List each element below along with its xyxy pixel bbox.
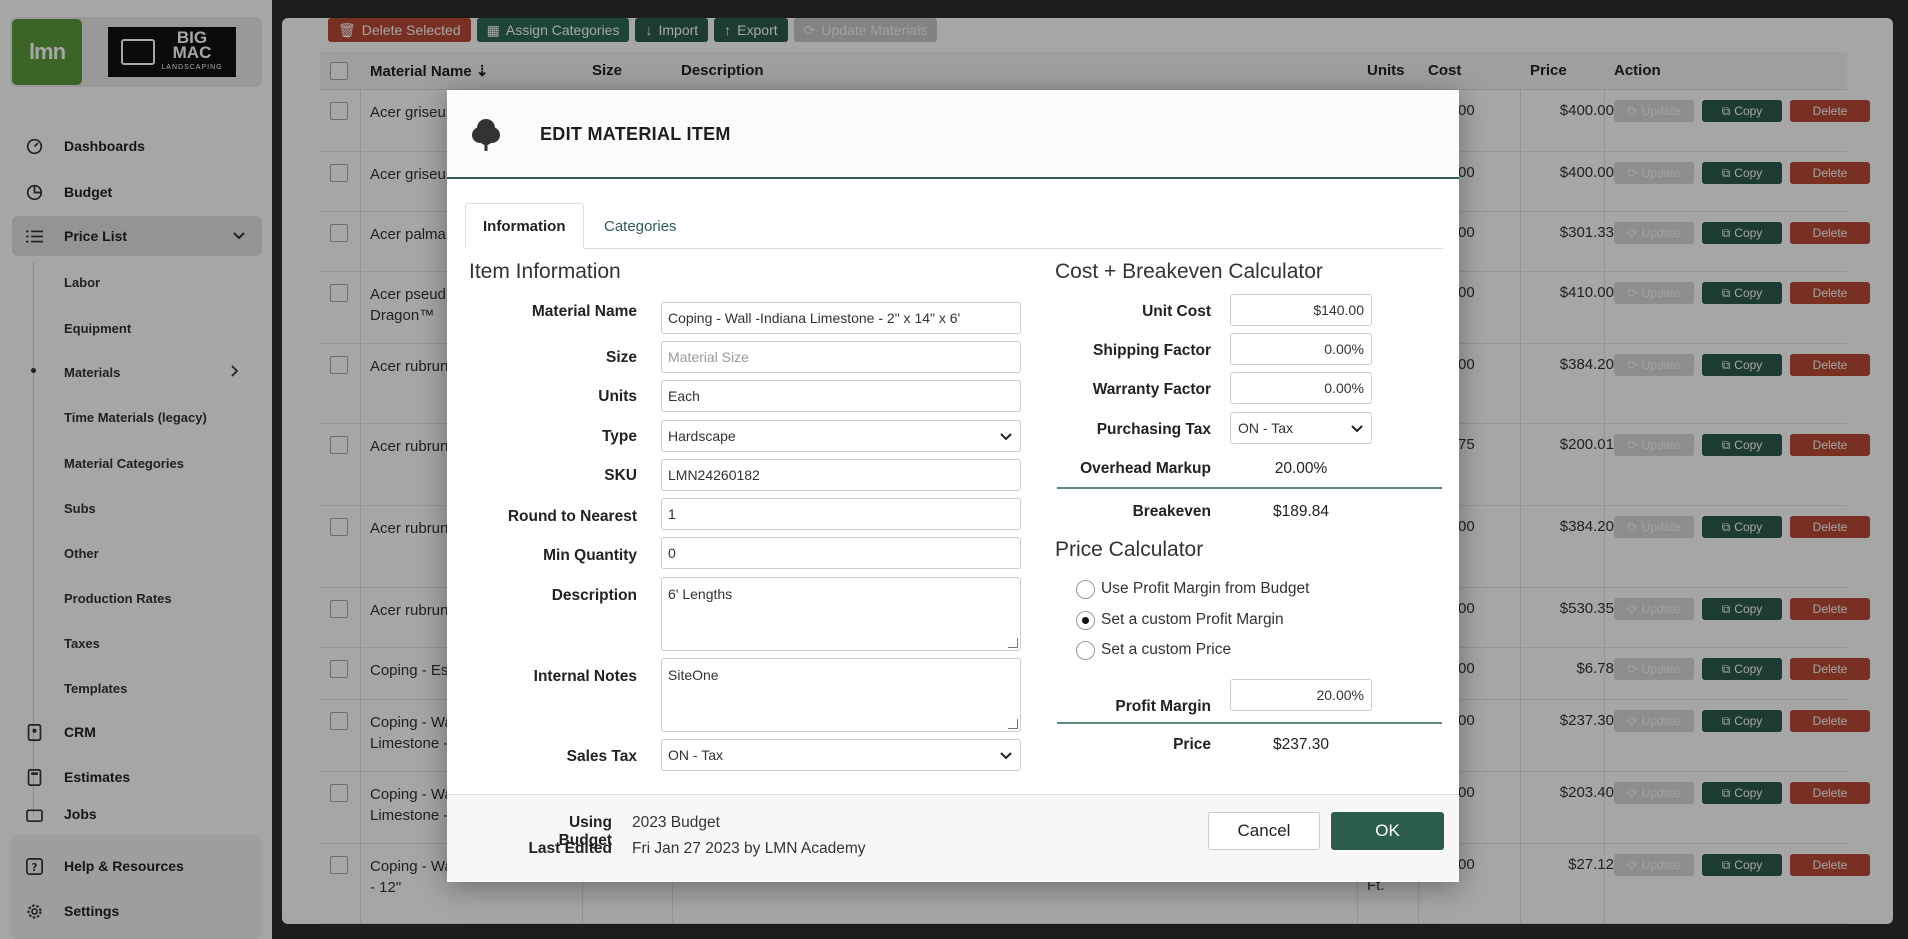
chevron-down-icon bbox=[1351, 421, 1363, 436]
divider bbox=[1057, 487, 1442, 489]
size-label: Size bbox=[605, 349, 637, 366]
purchasing-tax-label: Purchasing Tax bbox=[1096, 421, 1211, 438]
warranty-factor-input[interactable]: 0.00% bbox=[1230, 372, 1372, 404]
chevron-down-icon bbox=[1000, 748, 1012, 763]
dialog-header: EDIT MATERIAL ITEM bbox=[447, 90, 1459, 179]
breakeven-label: Breakeven bbox=[1132, 503, 1211, 520]
type-select[interactable]: Hardscape bbox=[661, 420, 1021, 452]
breakeven-value: $189.84 bbox=[1272, 503, 1330, 520]
price-calculator-title: Price Calculator bbox=[1055, 538, 1204, 561]
overhead-markup-label: Overhead Markup bbox=[1080, 460, 1211, 477]
tab-information[interactable]: Information bbox=[465, 203, 584, 249]
resize-handle-icon[interactable] bbox=[1008, 638, 1018, 648]
size-input[interactable]: Material Size bbox=[661, 341, 1021, 373]
using-budget-value: 2023 Budget bbox=[632, 814, 720, 831]
type-label: Type bbox=[601, 428, 637, 445]
resize-handle-icon[interactable] bbox=[1008, 719, 1018, 729]
sku-input[interactable]: LMN24260182 bbox=[661, 459, 1021, 491]
description-label: Description bbox=[551, 587, 637, 604]
tab-categories[interactable]: Categories bbox=[587, 203, 694, 249]
purchasing-tax-select[interactable]: ON - Tax bbox=[1230, 412, 1372, 444]
radio-button[interactable] bbox=[1076, 579, 1095, 599]
cancel-button[interactable]: Cancel bbox=[1208, 812, 1320, 850]
radio-button[interactable] bbox=[1076, 640, 1095, 660]
ok-button[interactable]: OK bbox=[1331, 812, 1444, 850]
material-name-label: Material Name bbox=[531, 303, 637, 320]
dialog-title: EDIT MATERIAL ITEM bbox=[540, 124, 731, 144]
description-textarea[interactable]: 6' Lengths bbox=[661, 577, 1021, 651]
radio-button-selected[interactable] bbox=[1076, 610, 1095, 630]
cost-calculator-title: Cost + Breakeven Calculator bbox=[1055, 260, 1323, 283]
item-information-title: Item Information bbox=[469, 260, 621, 283]
units-input[interactable]: Each bbox=[661, 380, 1021, 412]
round-to-nearest-input[interactable]: 1 bbox=[661, 498, 1021, 530]
edit-material-dialog: EDIT MATERIAL ITEM Information Categorie… bbox=[447, 90, 1459, 882]
custom-profit-margin-option[interactable]: Set a custom Profit Margin bbox=[1076, 609, 1284, 631]
material-name-input[interactable]: Coping - Wall -Indiana Limestone - 2" x … bbox=[661, 302, 1021, 334]
min-quantity-input[interactable]: 0 bbox=[661, 537, 1021, 569]
sales-tax-label: Sales Tax bbox=[566, 748, 637, 765]
profit-margin-input[interactable]: 20.00% bbox=[1230, 679, 1372, 711]
dialog-tabs: Information Categories bbox=[465, 203, 1443, 249]
last-edited-label: Last Edited bbox=[528, 840, 612, 857]
price-value: $237.30 bbox=[1272, 736, 1330, 753]
internal-notes-textarea[interactable]: SiteOne bbox=[661, 658, 1021, 732]
divider bbox=[1057, 722, 1442, 724]
min-quantity-label: Min Quantity bbox=[543, 547, 637, 564]
shipping-factor-input[interactable]: 0.00% bbox=[1230, 333, 1372, 365]
internal-notes-label: Internal Notes bbox=[533, 668, 637, 685]
sales-tax-select[interactable]: ON - Tax bbox=[661, 739, 1021, 771]
unit-cost-input[interactable]: $140.00 bbox=[1230, 294, 1372, 326]
chevron-down-icon bbox=[1000, 429, 1012, 444]
round-to-nearest-label: Round to Nearest bbox=[507, 508, 637, 525]
overhead-markup-value: 20.00% bbox=[1274, 460, 1328, 477]
custom-price-option[interactable]: Set a custom Price bbox=[1076, 639, 1231, 661]
shipping-factor-label: Shipping Factor bbox=[1093, 342, 1211, 359]
last-edited-value: Fri Jan 27 2023 by LMN Academy bbox=[632, 840, 866, 857]
unit-cost-label: Unit Cost bbox=[1142, 303, 1211, 320]
profit-from-budget-option[interactable]: Use Profit Margin from Budget bbox=[1076, 578, 1309, 600]
tree-icon bbox=[469, 118, 503, 152]
profit-margin-label: Profit Margin bbox=[1115, 698, 1211, 715]
warranty-factor-label: Warranty Factor bbox=[1092, 381, 1211, 398]
price-label: Price bbox=[1173, 736, 1211, 753]
sku-label: SKU bbox=[604, 467, 637, 484]
units-label: Units bbox=[598, 388, 637, 405]
